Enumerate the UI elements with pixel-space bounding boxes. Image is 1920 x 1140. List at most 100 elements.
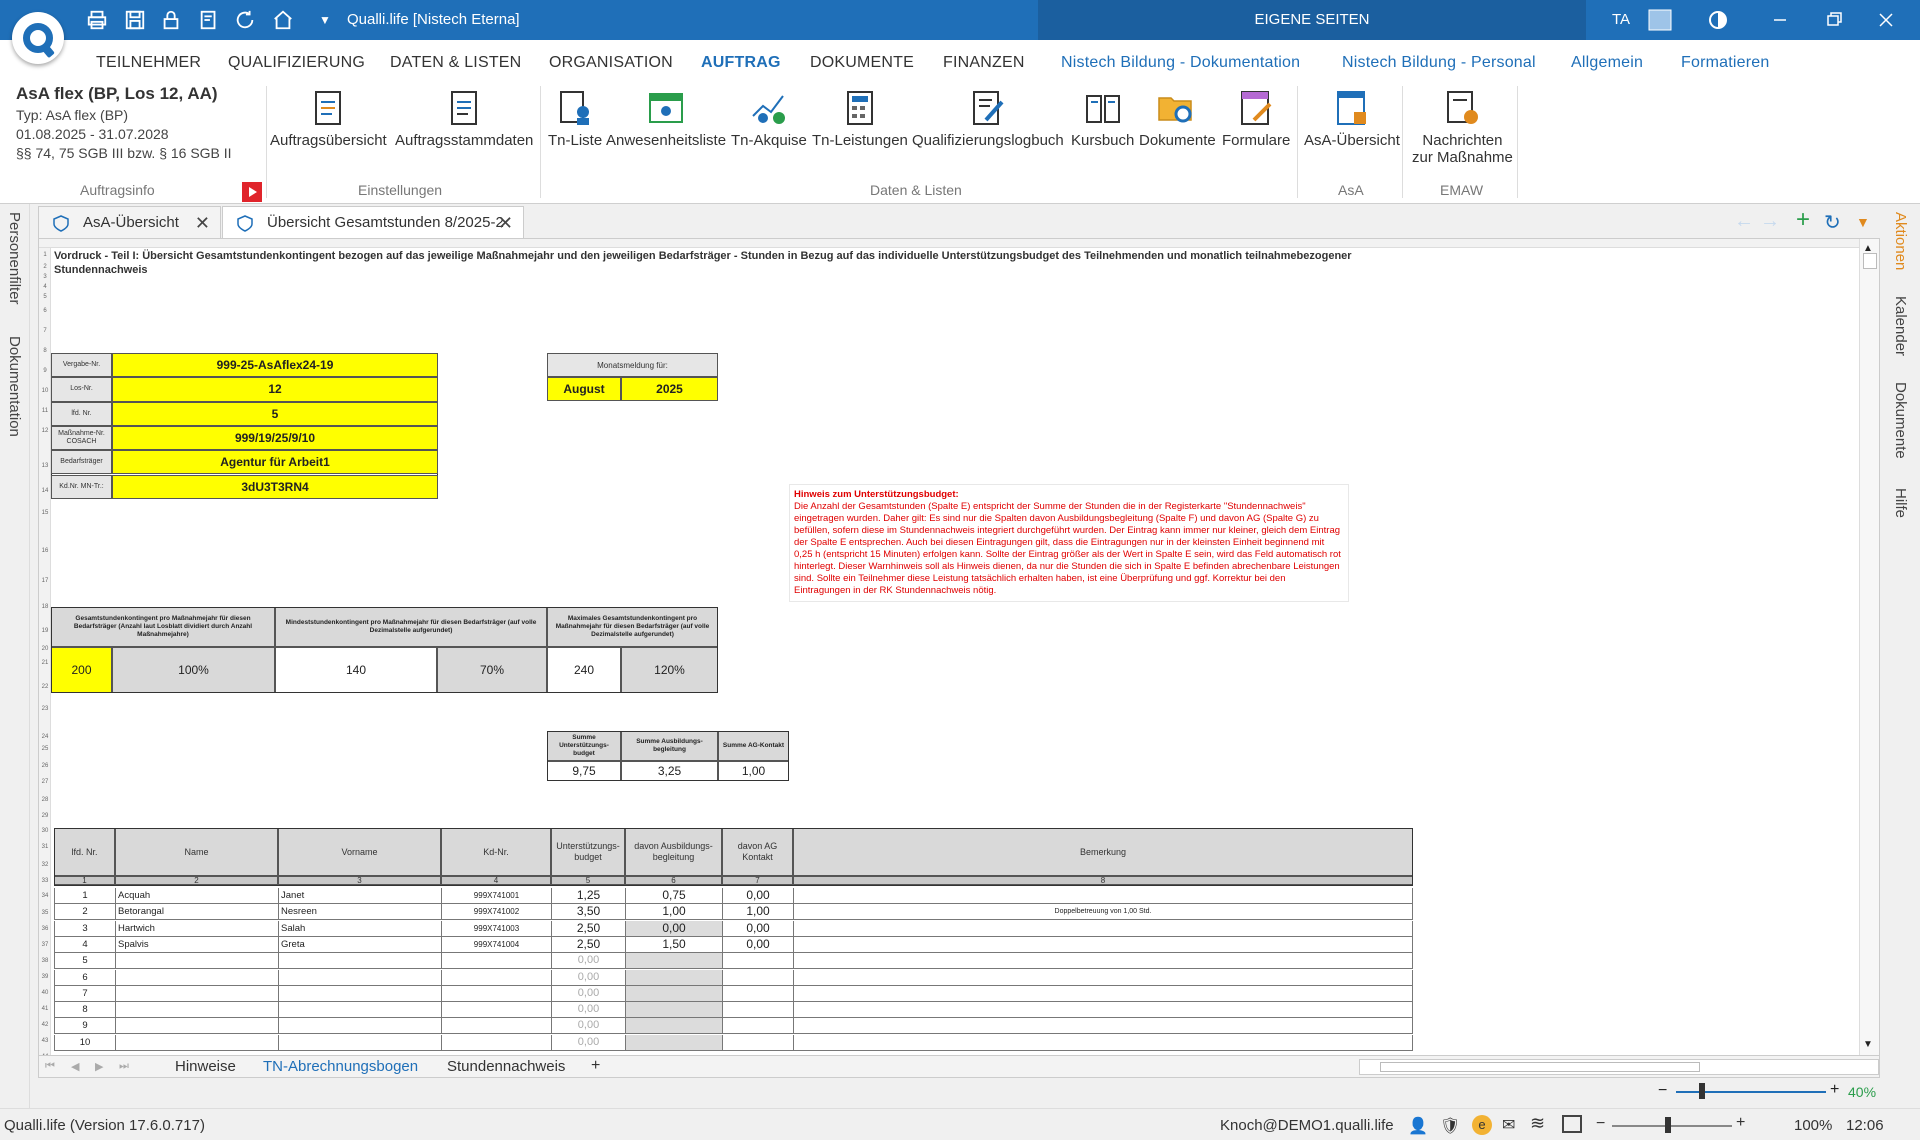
tab-dokumente[interactable]: DOKUMENTE	[810, 54, 914, 72]
table-cell-name[interactable]	[115, 953, 278, 970]
row-number[interactable]: 4	[40, 284, 50, 290]
personenfilter-tab[interactable]: Personenfilter	[6, 212, 23, 305]
table-cell-kd[interactable]	[441, 953, 551, 970]
tab-formatieren[interactable]: Formatieren	[1681, 54, 1769, 72]
table-cell-ag[interactable]: 1,00	[722, 904, 793, 921]
table-cell-nr[interactable]: 6	[54, 969, 115, 986]
table-cell-ag[interactable]: 0,00	[722, 936, 793, 953]
scroll-down-icon[interactable]: ▼	[1863, 1039, 1873, 1050]
info-value[interactable]: 5	[112, 401, 438, 426]
row-number[interactable]: 7	[40, 328, 50, 334]
eigene-seiten-button[interactable]: EIGENE SEITEN	[1038, 0, 1586, 40]
table-cell-vorname[interactable]: Janet	[278, 888, 441, 904]
tab-allgemein[interactable]: Allgemein	[1571, 54, 1643, 72]
qualli-logo-icon[interactable]	[12, 12, 64, 64]
table-cell-ab[interactable]: 0,75	[625, 888, 722, 904]
tab-qualifizierung[interactable]: QUALIFIZIERUNG	[228, 54, 365, 72]
table-cell-bem[interactable]	[793, 953, 1413, 970]
row-number[interactable]: 28	[40, 797, 50, 803]
table-row[interactable]: 1 Acquah Janet 999X741001 1,25 0,75 0,00	[54, 888, 1413, 904]
row-number[interactable]: 43	[40, 1038, 50, 1044]
e-icon[interactable]: e	[1472, 1115, 1492, 1135]
row-number[interactable]: 31	[40, 844, 50, 850]
row-number[interactable]: 18	[40, 604, 50, 610]
contrast-icon[interactable]	[1706, 9, 1730, 31]
row-number[interactable]: 35	[40, 910, 50, 916]
row-number[interactable]: 41	[40, 1006, 50, 1012]
table-cell-name[interactable]	[115, 1034, 278, 1051]
dokumente-button[interactable]: Dokumente	[1139, 88, 1216, 149]
sheet-tab-hinweise[interactable]: Hinweise	[175, 1058, 236, 1075]
table-cell-bem[interactable]	[793, 888, 1413, 904]
info-value[interactable]: 999-25-AsAflex24-19	[112, 353, 438, 378]
table-cell-ag[interactable]: 0,00	[722, 888, 793, 904]
dokumentation-tab[interactable]: Dokumentation	[6, 336, 23, 437]
monatsmeldung-month[interactable]: August	[547, 377, 621, 401]
table-cell-vorname[interactable]	[278, 1034, 441, 1051]
expand-auftragsinfo-button[interactable]	[242, 182, 262, 202]
first-sheet-icon[interactable]: ⏮	[45, 1060, 55, 1073]
row-number[interactable]: 27	[40, 779, 50, 785]
table-cell-ub[interactable]: 2,50	[551, 920, 625, 937]
table-cell-ab[interactable]	[625, 985, 722, 1002]
table-cell-vorname[interactable]	[278, 953, 441, 970]
back-arrow-icon[interactable]: ←	[1734, 210, 1754, 233]
table-cell-vorname[interactable]	[278, 1002, 441, 1019]
table-cell-ag[interactable]	[722, 953, 793, 970]
info-value[interactable]: 3dU3T3RN4	[112, 474, 438, 499]
tn-leistungen-button[interactable]: Tn-Leistungen	[812, 88, 908, 149]
row-number[interactable]: 38	[40, 958, 50, 964]
info-value[interactable]: 999/19/25/9/10	[112, 425, 438, 451]
table-cell-bem[interactable]	[793, 920, 1413, 937]
table-cell-kd[interactable]	[441, 1034, 551, 1051]
table-cell-ub[interactable]: 0,00	[551, 953, 625, 970]
table-row[interactable]: 5 0,00	[54, 953, 1413, 970]
table-cell-kd[interactable]: 999X741004	[441, 936, 551, 953]
row-number[interactable]: 23	[40, 706, 50, 712]
horizontal-scroll-thumb[interactable]	[1380, 1062, 1700, 1072]
tab-organisation[interactable]: ORGANISATION	[549, 54, 673, 72]
table-cell-bem[interactable]	[793, 1002, 1413, 1019]
monatsmeldung-year[interactable]: 2025	[621, 377, 718, 401]
forward-arrow-icon[interactable]: →	[1760, 210, 1780, 233]
table-cell-kd[interactable]	[441, 1002, 551, 1019]
tab-teilnehmer[interactable]: TEILNEHMER	[96, 54, 201, 72]
add-icon[interactable]: +	[1796, 206, 1810, 234]
prev-sheet-icon[interactable]: ◀	[71, 1060, 79, 1073]
close-tab-icon[interactable]: ✕	[498, 207, 513, 239]
row-number[interactable]: 20	[40, 646, 50, 652]
info-value[interactable]: Agentur für Arbeit1	[112, 450, 438, 475]
table-cell-ub[interactable]: 3,50	[551, 904, 625, 921]
settings-list-icon[interactable]	[198, 9, 220, 31]
table-cell-kd[interactable]: 999X741001	[441, 888, 551, 904]
table-cell-bem[interactable]	[793, 1034, 1413, 1051]
table-cell-vorname[interactable]	[278, 969, 441, 986]
table-cell-name[interactable]: Hartwich	[115, 920, 278, 937]
table-cell-kd[interactable]	[441, 985, 551, 1002]
table-cell-nr[interactable]: 5	[54, 953, 115, 970]
table-cell-ab[interactable]	[625, 953, 722, 970]
doc-tab-gesamtstunden[interactable]: Übersicht Gesamtstunden 8/2025-2 ✕	[222, 206, 524, 238]
table-cell-vorname[interactable]	[278, 1018, 441, 1035]
row-number[interactable]: 21	[40, 660, 50, 666]
table-cell-ag[interactable]	[722, 985, 793, 1002]
table-cell-ab[interactable]	[625, 1002, 722, 1019]
tn-akquise-button[interactable]: Tn-Akquise	[731, 88, 807, 149]
tab-nistech-dokumentation[interactable]: Nistech Bildung - Dokumentation	[1061, 54, 1300, 72]
table-cell-nr[interactable]: 2	[54, 904, 115, 921]
table-cell-ab[interactable]	[625, 1018, 722, 1035]
dropdown-icon[interactable]: ▼	[1856, 214, 1870, 230]
reload-icon[interactable]: ↻	[1824, 210, 1841, 235]
table-cell-nr[interactable]: 7	[54, 985, 115, 1002]
row-number[interactable]: 2	[40, 264, 50, 270]
kursbuch-button[interactable]: Kursbuch	[1071, 88, 1134, 149]
row-number[interactable]: 6	[40, 308, 50, 314]
table-cell-vorname[interactable]: Greta	[278, 936, 441, 953]
formulare-button[interactable]: Formulare	[1222, 88, 1290, 149]
tn-liste-button[interactable]: Tn-Liste	[548, 88, 602, 149]
doc-tab-asa-uebersicht[interactable]: AsA-Übersicht ✕	[38, 206, 221, 238]
last-sheet-icon[interactable]: ⏭	[119, 1060, 129, 1073]
table-cell-ub[interactable]: 0,00	[551, 985, 625, 1002]
auftragsuebersicht-button[interactable]: Auftragsübersicht	[270, 88, 387, 149]
customize-dropdown-icon[interactable]: ▼	[314, 9, 336, 31]
